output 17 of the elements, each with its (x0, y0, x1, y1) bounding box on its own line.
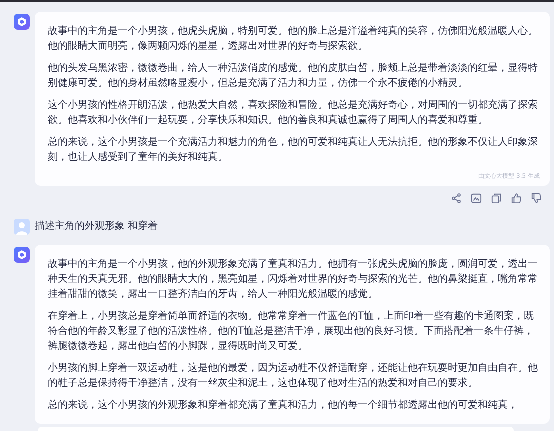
user-avatar-icon (14, 219, 30, 235)
answer-paragraph: 他的头发乌黑浓密，微微卷曲，给人一种活泼俏皮的感觉。他的皮肤白皙，脸颊上总是带着淡淡的红晕，显得特别健康可爱。他的身材虽然略显瘦小，但总是充满了活力和力量，仿佛一个永不疲倦的小精灵。 (48, 62, 539, 91)
thumbs-down-icon[interactable] (531, 193, 542, 204)
answer-paragraph: 总的来说，这个小男孩的外观形象和穿着都充满了童真和活力，他的每一个细节都透露出他的可爱和纯真， (48, 398, 519, 413)
bot-avatar-icon (14, 14, 30, 30)
thumbs-up-icon[interactable] (511, 193, 522, 204)
user-prompt: 描述主角的外观形象 和穿着 (35, 220, 158, 233)
answer-paragraph: 这个小男孩的性格开朗活泼，他热爱大自然，喜欢探险和冒险。他总是充满好奇心，对周围的一切都充满了探索欲。他喜欢和小伙伴们一起玩耍，分享快乐和知识。他的善良和真诚也赢得了周围人的喜爱和尊重。 (48, 98, 539, 128)
share-icon[interactable] (451, 193, 462, 204)
answer-paragraph: 在穿着上，小男孩总是穿着简单而舒适的衣物。他常常穿着一件蓝色的T恤，上面印着一些有趣的卡通图案，既符合他的年龄又彰显了他的活泼性格。他的T恤总是整洁干净，展现出他的良好习惯。下面搭配着一条牛仔裤，裤腿微微卷起，露出他白皙的小脚踝，显得既时尚又可爱。 (48, 310, 536, 354)
copy-icon[interactable] (491, 193, 502, 204)
image-icon[interactable] (471, 193, 482, 204)
answer-paragraph: 故事中的主角是一个小男孩，他虎头虎脑，特别可爱。他的脸上总是洋溢着纯真的笑容，仿佛阳光般温暖人心。他的眼睛大而明亮，像两颗闪烁的星星，透露出对世界的好奇与探索欲。 (48, 24, 539, 54)
bot-avatar-icon (14, 247, 30, 263)
answer-paragraph: 总的来说，这个小男孩是一个充满活力和魅力的角色，他的可爱和纯真让人无法抗拒。他的形象不仅让人印象深刻，也让人感受到了童年的美好和纯真。 (48, 136, 539, 165)
answer-paragraph: 故事中的主角是一个小男孩，他的外观形象充满了童真和活力。他拥有一张虎头虎脑的脸庞，圆润可爱，透出一种天生的天真无邪。他的眼睛大大的，黑亮如星，闪烁着对世界的好奇与探索的光芒。他的鼻梁挺直，嘴角常常挂着甜甜的微笑，露出一口整齐洁白的牙齿，给人一种阳光般温暖的感觉。 (48, 258, 539, 302)
answer-paragraph: 小男孩的脚上穿着一双运动鞋，这是他的最爱，因为运动鞋不仅舒适耐穿，还能让他在玩耍时更加自由自在。他的鞋子总是保持得干净整洁，没有一丝灰尘和泥土，这也体现了他对生活的热爱和对自己的要求。 (48, 362, 539, 391)
